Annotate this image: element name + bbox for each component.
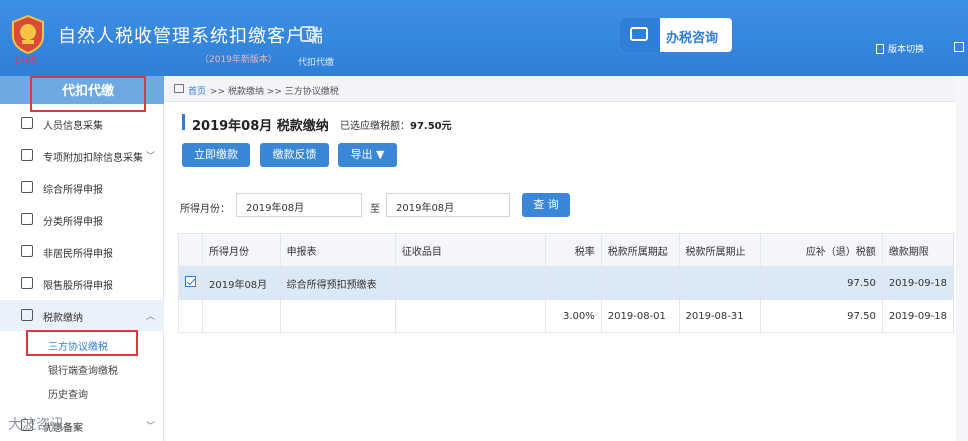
breadcrumb: 首页 >> 税款缴纳 >> 三方协议缴税 (164, 76, 968, 102)
table-cell: 2019-09-18 (881, 299, 955, 333)
sidebar-item-comprehensive[interactable]: 综合所得申报 (0, 172, 164, 203)
consult-button[interactable]: 办税咨询 (620, 18, 732, 52)
sidebar-item-label: 税款缴纳 (43, 313, 83, 324)
export-button[interactable]: 导出 ▼ (338, 143, 397, 167)
version-switch[interactable]: 版本切换 (876, 42, 924, 55)
version-switch-label: 版本切换 (888, 45, 925, 55)
sidebar-item-nonresident[interactable]: 非居民所得申报 (0, 236, 164, 267)
breadcrumb-home[interactable]: 首页 (188, 84, 206, 97)
sidebar-item-restricted-shares[interactable]: 限售股所得申报 (0, 268, 164, 299)
table-cell: 综合所得预扣预缴表 (279, 266, 396, 300)
stamp-label: 1405 (14, 56, 37, 66)
consult-label: 办税咨询 (666, 31, 719, 46)
table-header: 缴款期限 (881, 233, 955, 267)
bar-chart-icon (21, 277, 33, 289)
watermark: 大波咨讯 (8, 417, 64, 433)
scrollbar[interactable] (956, 76, 968, 441)
tax-emblem-icon (12, 14, 44, 54)
sidebar-item-label: 非居民所得申报 (43, 249, 113, 260)
month-from-input[interactable]: 2019年08月 (236, 193, 362, 217)
person-icon (21, 117, 33, 129)
table-header (178, 233, 203, 267)
month-filter-label: 所得月份： (180, 204, 230, 215)
selected-tax-summary: 已选应缴税额：97.50元 (340, 117, 452, 132)
title-accent (182, 114, 185, 130)
table-cell (178, 299, 203, 333)
chevron-down-icon: ﹀ (146, 152, 156, 162)
breadcrumb-path: >> 税款缴纳 >> 三方协议缴税 (210, 87, 339, 97)
sidebar-section-title[interactable]: 代扣代缴 (30, 76, 146, 112)
row-checkbox-cell[interactable] (178, 266, 203, 300)
version-label: （2019年新版本） (200, 55, 277, 65)
sidebar-item-classified[interactable]: 分类所得申报 (0, 204, 164, 235)
folder-icon (21, 309, 33, 321)
tax-payment-table: 所得月份 申报表 征收品目 税率 税款所属期起 税款所属期止 应补（退）税额 缴… (178, 233, 955, 333)
table-cell (678, 266, 762, 300)
table-cell: 2019年08月 (202, 266, 281, 300)
table-cell: 2019-09-18 (881, 266, 955, 300)
pie-icon (21, 213, 33, 225)
chat-icon (630, 27, 648, 41)
sidebar: 代扣代缴 人员信息采集 专项附加扣除信息采集 ﹀ 综合所得申报 分类所得申报 非居… (0, 76, 164, 441)
table-header: 应补（退）税额 (760, 233, 883, 267)
table-cell: 3.00% (545, 299, 602, 333)
table-cell: 2019-08-31 (678, 299, 762, 333)
query-button[interactable]: 查 询 (522, 193, 570, 217)
table-row[interactable]: 3.00% 2019-08-01 2019-08-31 97.50 2019-0… (178, 299, 955, 333)
table-header: 税款所属期起 (600, 233, 680, 267)
sidebar-sub-history[interactable]: 历史查询 (48, 386, 88, 401)
table-header: 申报表 (279, 233, 396, 267)
payment-feedback-button[interactable]: 缴款反馈 (260, 143, 329, 167)
document-icon (876, 44, 884, 54)
app-header: 自然人税收管理系统扣缴客户端 （2019年新版本） 1405 代扣代缴 办税咨询… (0, 0, 968, 76)
proxy-label[interactable]: 代扣代缴 (298, 55, 334, 68)
page-title: 2019年08月 税款缴纳 (192, 119, 329, 134)
month-to-input[interactable]: 2019年08月 (386, 193, 510, 217)
table-cell (202, 299, 281, 333)
sidebar-item-tax-payment[interactable]: 税款缴纳 ︿ (0, 300, 164, 331)
table-cell (279, 299, 396, 333)
table-cell: 2019-08-01 (600, 299, 680, 333)
table-header: 税款所属期止 (678, 233, 762, 267)
sidebar-item-personnel[interactable]: 人员信息采集 (0, 108, 164, 139)
sidebar-item-label: 限售股所得申报 (43, 281, 113, 292)
table-header: 税率 (545, 233, 602, 267)
pay-now-button[interactable]: 立即缴款 (182, 143, 250, 167)
table-header-row: 所得月份 申报表 征收品目 税率 税款所属期起 税款所属期止 应补（退）税额 缴… (178, 233, 955, 267)
more-icon[interactable] (954, 42, 964, 52)
range-to-label: 至 (370, 204, 380, 215)
table-header: 所得月份 (202, 233, 281, 267)
table-cell (600, 266, 680, 300)
sidebar-sub-bank-query[interactable]: 银行端查询缴税 (48, 362, 118, 377)
user-icon (21, 245, 33, 257)
chevron-up-icon: ︿ (146, 312, 156, 322)
home-icon[interactable] (174, 84, 184, 93)
consult-icon-wrap (620, 18, 660, 52)
grid-icon (21, 149, 33, 161)
table-cell (394, 299, 547, 333)
selected-tax-label: 已选应缴税额： (340, 121, 410, 132)
table-cell (545, 266, 602, 300)
wallet-icon[interactable] (300, 26, 316, 42)
layers-icon (21, 181, 33, 193)
app-title: 自然人税收管理系统扣缴客户端 (58, 26, 324, 47)
table-row[interactable]: 2019年08月 综合所得预扣预缴表 97.50 2019-09-18 (178, 266, 955, 300)
sidebar-sub-tripartite[interactable]: 三方协议缴税 (48, 338, 108, 353)
sidebar-item-label: 人员信息采集 (43, 121, 103, 132)
selected-tax-amount: 97.50元 (410, 121, 452, 132)
sidebar-item-label: 综合所得申报 (43, 185, 103, 196)
table-cell: 97.50 (760, 299, 883, 333)
table-header: 征收品目 (394, 233, 547, 267)
checkbox-checked-icon[interactable] (185, 276, 196, 287)
sidebar-item-label: 专项附加扣除信息采集 (43, 153, 143, 164)
table-cell (394, 266, 547, 300)
sidebar-item-label: 分类所得申报 (43, 217, 103, 228)
sidebar-item-special-deduction[interactable]: 专项附加扣除信息采集 ﹀ (0, 140, 164, 171)
chevron-down-icon: ﹀ (146, 422, 156, 432)
table-cell: 97.50 (760, 266, 883, 300)
